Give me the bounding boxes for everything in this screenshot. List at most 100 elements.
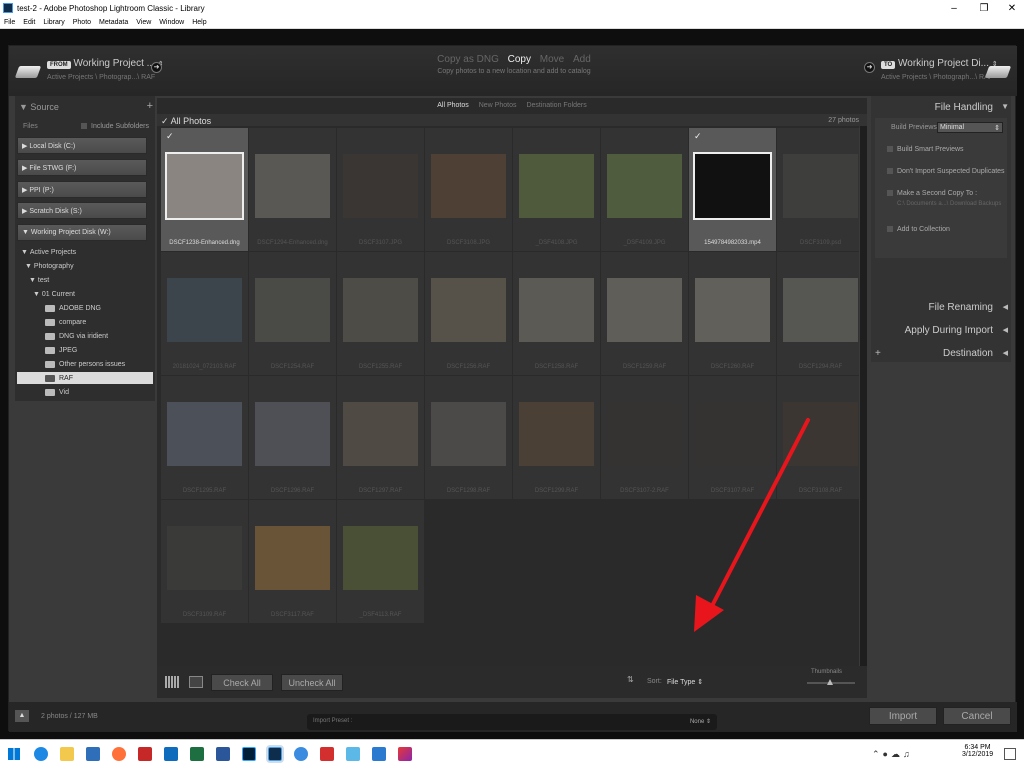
minimize-button[interactable]: –	[940, 0, 968, 16]
disk-local-c[interactable]: ▶ Local Disk (C:)	[17, 137, 147, 154]
photo-thumbnail[interactable]	[693, 152, 772, 220]
close-button[interactable]: ✕	[998, 0, 1024, 16]
photo-cell[interactable]: DSCF1297.RAF	[337, 376, 424, 499]
photo-thumbnail[interactable]	[255, 278, 330, 342]
photo-cell[interactable]: DSCF1294-Enhanced.dng	[249, 128, 336, 251]
clock[interactable]: 6:34 PM 3/12/2019	[962, 744, 993, 758]
tree-compare[interactable]: compare	[17, 316, 153, 328]
outlook-icon[interactable]	[164, 747, 178, 761]
photo-check-icon[interactable]: ✓	[166, 131, 174, 142]
photo-thumbnail[interactable]	[695, 402, 770, 466]
photo-cell[interactable]: _DSF4108.JPG	[513, 128, 600, 251]
grid-view-icon[interactable]	[165, 676, 179, 688]
tab-all-photos[interactable]: All Photos	[437, 102, 469, 109]
source-header[interactable]: ▼ Source	[19, 102, 59, 112]
add-source-icon[interactable]: +	[147, 100, 153, 112]
photo-thumbnail[interactable]	[519, 402, 594, 466]
edge-icon[interactable]	[34, 747, 48, 761]
photo-cell[interactable]: _DSF4113.RAF	[337, 500, 424, 623]
photo-thumbnail[interactable]	[607, 154, 682, 218]
expand-up-icon[interactable]: ▲	[15, 710, 29, 722]
photo-thumbnail[interactable]	[783, 154, 858, 218]
photo-thumbnail[interactable]	[519, 278, 594, 342]
firefox-icon[interactable]	[112, 747, 126, 761]
photo-thumbnail[interactable]	[519, 154, 594, 218]
photo-cell[interactable]: DSCF3108.RAF	[777, 376, 859, 499]
disk-scratch-s[interactable]: ▶ Scratch Disk (S:)	[17, 202, 147, 219]
app-triangle-icon[interactable]	[398, 747, 412, 761]
word-icon[interactable]	[216, 747, 230, 761]
menu-file[interactable]: File	[0, 19, 19, 26]
photo-cell[interactable]: DSCF3107.RAF	[689, 376, 776, 499]
photo-thumbnail[interactable]	[343, 526, 418, 590]
file-handling-header[interactable]: File Handling	[935, 102, 993, 113]
grid-scrollbar[interactable]	[860, 126, 867, 666]
photo-thumbnail[interactable]	[255, 402, 330, 466]
tree-adobe-dng[interactable]: ADOBE DNG	[17, 302, 153, 314]
disk-file-stwg-f[interactable]: ▶ File STWG (F:)	[17, 159, 147, 176]
system-tray[interactable]: ⌃●☁♫	[872, 749, 913, 760]
mode-move[interactable]: Move	[540, 54, 564, 65]
tab-new-photos[interactable]: New Photos	[479, 102, 517, 109]
tree-raf[interactable]: RAF	[17, 372, 153, 384]
menu-photo[interactable]: Photo	[69, 19, 95, 26]
tree-jpeg[interactable]: JPEG	[17, 344, 153, 356]
import-button[interactable]: Import	[869, 707, 937, 725]
photo-cell[interactable]: DSCF1298.RAF	[425, 376, 512, 499]
tree-other-persons-issues[interactable]: Other persons issues	[17, 358, 153, 370]
to-selector[interactable]: TO Working Project Di... ⇕	[881, 58, 998, 69]
photo-thumbnail[interactable]	[607, 278, 682, 342]
windows-start-icon[interactable]	[8, 748, 20, 760]
photo-cell[interactable]: DSCF1254.RAF	[249, 252, 336, 375]
add-destination-icon[interactable]: +	[875, 348, 881, 359]
thumbnail-slider[interactable]	[807, 679, 855, 685]
check-all-button[interactable]: Check All	[211, 674, 273, 691]
photo-cell[interactable]: ✓ DSCF1238-Enhanced.dng	[161, 128, 248, 251]
photo-thumbnail[interactable]	[343, 402, 418, 466]
photo-check-icon[interactable]: ✓	[694, 131, 702, 142]
expand-icon[interactable]: ◀	[1003, 349, 1008, 357]
photo-thumbnail[interactable]	[431, 402, 506, 466]
slider-thumb[interactable]	[827, 679, 833, 685]
import-preset-bar[interactable]: Import Preset : None ⇕	[307, 714, 717, 730]
uncheck-all-button[interactable]: Uncheck All	[281, 674, 343, 691]
photo-thumbnail[interactable]	[343, 154, 418, 218]
photo-thumbnail[interactable]	[167, 278, 242, 342]
from-selector[interactable]: FROM Working Project ... ⇕	[47, 58, 164, 69]
destination-header[interactable]: + Destination ◀	[871, 346, 1011, 362]
second-copy-checkbox[interactable]: Make a Second Copy To : C:\ Documents a.…	[875, 184, 1007, 218]
include-subfolders-checkbox[interactable]: Include Subfolders	[81, 123, 149, 130]
menu-window[interactable]: Window	[155, 19, 188, 26]
photo-cell[interactable]: DSCF3107-2.RAF	[601, 376, 688, 499]
photo-thumbnail[interactable]	[607, 402, 682, 466]
expand-icon[interactable]: ◀	[1003, 326, 1008, 334]
file-renaming-header[interactable]: File Renaming	[929, 302, 993, 313]
photo-thumbnail[interactable]	[695, 278, 770, 342]
photo-cell[interactable]: DSCF3109.RAF	[161, 500, 248, 623]
notifications-icon[interactable]	[1004, 748, 1016, 760]
photo-cell[interactable]: DSCF1296.RAF	[249, 376, 336, 499]
tree-test[interactable]: ▼ test	[17, 274, 153, 286]
cancel-button[interactable]: Cancel	[943, 707, 1011, 725]
mode-add[interactable]: Add	[573, 54, 591, 65]
to-arrow-icon[interactable]: ➜	[864, 62, 875, 73]
photo-thumbnail[interactable]	[167, 402, 242, 466]
build-previews-select[interactable]: Minimal ⇕	[937, 122, 1003, 133]
file-explorer-icon[interactable]	[60, 747, 74, 761]
tree-dng-via-iridient[interactable]: DNG via iridient	[17, 330, 153, 342]
sort-dropdown[interactable]: File Type ⇕	[667, 678, 703, 686]
photo-cell[interactable]: DSCF1260.RAF	[689, 252, 776, 375]
photo-thumbnail[interactable]	[165, 152, 244, 220]
photo-cell[interactable]: _DSF4109.JPG	[601, 128, 688, 251]
photo-cell[interactable]: DSCF3109.psd	[777, 128, 859, 251]
menu-library[interactable]: Library	[39, 19, 68, 26]
store-icon[interactable]	[86, 747, 100, 761]
from-arrow-icon[interactable]: ➜	[151, 62, 162, 73]
restore-button[interactable]: ❐	[970, 0, 998, 16]
photo-thumbnail[interactable]	[431, 278, 506, 342]
photo-cell[interactable]: DSCF3107.JPG	[337, 128, 424, 251]
lightroom-icon[interactable]	[266, 745, 284, 763]
tree-01-current[interactable]: ▼ 01 Current	[17, 288, 153, 300]
photo-thumbnail[interactable]	[167, 526, 242, 590]
app-blue-icon[interactable]	[372, 747, 386, 761]
